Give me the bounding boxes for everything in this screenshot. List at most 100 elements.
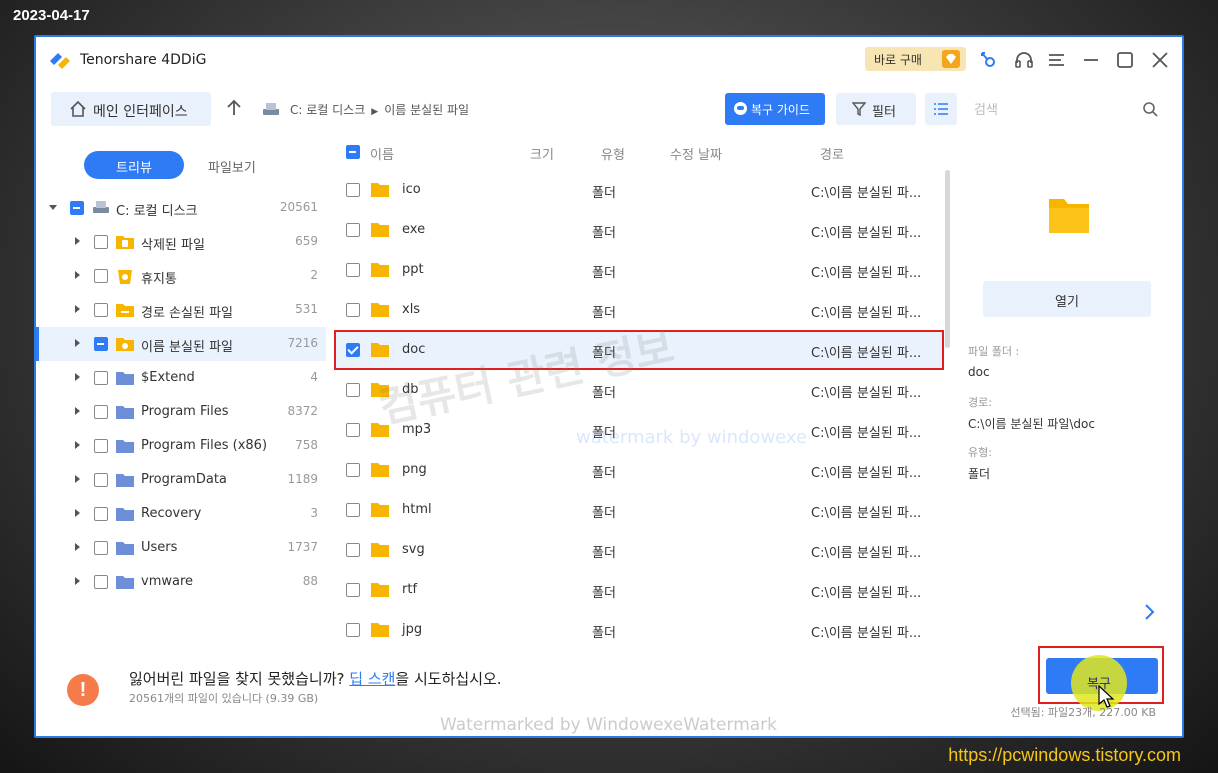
tree-checkbox[interactable] bbox=[94, 337, 108, 351]
file-list-scrollbar[interactable] bbox=[945, 170, 950, 348]
headset-icon[interactable] bbox=[1013, 49, 1035, 71]
tree-item-program-files-x86[interactable]: Program Files (x86) 758 bbox=[36, 429, 326, 463]
menu-icon[interactable] bbox=[1046, 49, 1068, 71]
chevron-right-icon[interactable] bbox=[75, 373, 80, 381]
file-row[interactable]: jpg 폴더 C:\이름 분실된 파... bbox=[334, 610, 944, 650]
row-checkbox[interactable] bbox=[346, 343, 360, 357]
file-row[interactable]: html 폴더 C:\이름 분실된 파... bbox=[334, 490, 944, 530]
row-checkbox[interactable] bbox=[346, 463, 360, 477]
folder-icon bbox=[371, 623, 389, 637]
tree-checkbox[interactable] bbox=[94, 507, 108, 521]
app-logo-icon bbox=[50, 53, 70, 69]
minimize-icon[interactable] bbox=[1080, 49, 1102, 71]
file-row[interactable]: png 폴더 C:\이름 분실된 파... bbox=[334, 450, 944, 490]
chevron-right-icon[interactable] bbox=[75, 237, 80, 245]
file-row[interactable]: rtf 폴더 C:\이름 분실된 파... bbox=[334, 570, 944, 610]
chevron-down-icon[interactable] bbox=[49, 205, 57, 210]
tree-item-recycle-bin[interactable]: 휴지통 2 bbox=[36, 259, 326, 293]
close-icon[interactable] bbox=[1149, 49, 1171, 71]
home-button[interactable]: 메인 인터페이스 bbox=[51, 92, 211, 126]
tree-checkbox[interactable] bbox=[94, 269, 108, 283]
chevron-right-icon[interactable] bbox=[75, 271, 80, 279]
buy-now-button[interactable]: 바로 구매 bbox=[865, 47, 966, 71]
deep-scan-text-before: 잃어버린 파일을 찾지 못했습니까? bbox=[129, 670, 350, 688]
row-checkbox[interactable] bbox=[346, 583, 360, 597]
breadcrumb-item-folder[interactable]: 이름 분실된 파일 bbox=[384, 103, 469, 117]
row-checkbox[interactable] bbox=[346, 303, 360, 317]
row-checkbox[interactable] bbox=[346, 623, 360, 637]
key-icon[interactable] bbox=[977, 49, 999, 71]
chevron-right-icon[interactable] bbox=[75, 339, 80, 347]
tree-item-count: 1737 bbox=[287, 540, 318, 554]
tree-checkbox[interactable] bbox=[94, 235, 108, 249]
tree-checkbox[interactable] bbox=[94, 371, 108, 385]
tree-checkbox[interactable] bbox=[94, 473, 108, 487]
maximize-icon[interactable] bbox=[1114, 49, 1136, 71]
recovery-guide-button[interactable]: 복구 가이드 bbox=[725, 93, 825, 125]
chevron-right-icon[interactable] bbox=[75, 543, 80, 551]
tree-item-deleted[interactable]: 삭제된 파일 659 bbox=[36, 225, 326, 259]
tree-item-vmware[interactable]: vmware 88 bbox=[36, 565, 326, 599]
folder-icon bbox=[371, 503, 389, 517]
chevron-right-icon[interactable] bbox=[75, 577, 80, 585]
column-modified[interactable]: 수정 날짜 bbox=[670, 144, 722, 163]
row-checkbox[interactable] bbox=[346, 503, 360, 517]
row-checkbox[interactable] bbox=[346, 423, 360, 437]
file-type: 폴더 bbox=[592, 226, 616, 241]
tree-checkbox[interactable] bbox=[94, 575, 108, 589]
tree-checkbox[interactable] bbox=[94, 303, 108, 317]
chevron-right-icon[interactable] bbox=[75, 441, 80, 449]
breadcrumb-item-drive[interactable]: C: 로컬 디스크 bbox=[290, 103, 365, 117]
tree-item-root[interactable]: C: 로컬 디스크 20561 bbox=[36, 191, 326, 225]
chevron-right-icon[interactable] bbox=[75, 305, 80, 313]
tree-item-users[interactable]: Users 1737 bbox=[36, 531, 326, 565]
column-size[interactable]: 크기 bbox=[530, 144, 554, 163]
tree-item-recovery[interactable]: Recovery 3 bbox=[36, 497, 326, 531]
row-checkbox[interactable] bbox=[346, 543, 360, 557]
file-path: C:\이름 분실된 파... bbox=[811, 586, 922, 601]
row-checkbox[interactable] bbox=[346, 183, 360, 197]
chevron-right-icon[interactable] bbox=[75, 509, 80, 517]
blog-url: https://pcwindows.tistory.com bbox=[948, 745, 1181, 765]
tree-checkbox[interactable] bbox=[94, 405, 108, 419]
column-path[interactable]: 경로 bbox=[820, 144, 844, 163]
row-checkbox[interactable] bbox=[346, 263, 360, 277]
root-checkbox[interactable] bbox=[70, 201, 84, 215]
tree-checkbox[interactable] bbox=[94, 541, 108, 555]
open-button[interactable]: 열기 bbox=[983, 281, 1151, 317]
chevron-right-icon[interactable] bbox=[1142, 603, 1156, 621]
list-view-button[interactable] bbox=[925, 93, 957, 125]
row-checkbox[interactable] bbox=[346, 223, 360, 237]
file-row[interactable]: ppt 폴더 C:\이름 분실된 파... bbox=[334, 250, 944, 290]
chevron-right-icon[interactable] bbox=[75, 407, 80, 415]
tree-item-label: ProgramData bbox=[141, 472, 227, 487]
column-type[interactable]: 유형 bbox=[601, 144, 625, 163]
filter-button[interactable]: 필터 bbox=[836, 93, 916, 125]
row-checkbox[interactable] bbox=[346, 383, 360, 397]
tab-file-view[interactable]: 파일보기 bbox=[208, 157, 288, 176]
file-row[interactable]: ico 폴더 C:\이름 분실된 파... bbox=[334, 170, 944, 210]
tree-item-lost-name[interactable]: 이름 분실된 파일 7216 bbox=[36, 327, 326, 361]
file-row[interactable]: svg 폴더 C:\이름 분실된 파... bbox=[334, 530, 944, 570]
tree-item-programdata[interactable]: ProgramData 1189 bbox=[36, 463, 326, 497]
chevron-right-icon[interactable] bbox=[75, 475, 80, 483]
file-type: 폴더 bbox=[592, 586, 616, 601]
file-type: 폴더 bbox=[592, 266, 616, 281]
tree-item-extend[interactable]: $Extend 4 bbox=[36, 361, 326, 395]
select-all-checkbox[interactable] bbox=[346, 145, 360, 159]
deep-scan-link[interactable]: 딥 스캔 bbox=[349, 670, 395, 688]
up-arrow-icon[interactable] bbox=[226, 99, 242, 117]
file-name: xls bbox=[402, 302, 421, 317]
tab-tree-view[interactable]: 트리뷰 bbox=[84, 151, 184, 179]
tree-item-lost-path[interactable]: 경로 손실된 파일 531 bbox=[36, 293, 326, 327]
tree-item-count: 8372 bbox=[287, 404, 318, 418]
home-button-label: 메인 인터페이스 bbox=[93, 104, 188, 120]
tree-checkbox[interactable] bbox=[94, 439, 108, 453]
column-name[interactable]: 이름 bbox=[370, 144, 394, 163]
tree-item-program-files[interactable]: Program Files 8372 bbox=[36, 395, 326, 429]
file-name: jpg bbox=[402, 622, 423, 637]
search-icon[interactable] bbox=[1142, 101, 1158, 117]
file-row[interactable]: exe 폴더 C:\이름 분실된 파... bbox=[334, 210, 944, 250]
app-title: Tenorshare 4DDiG bbox=[80, 52, 207, 68]
search-input[interactable] bbox=[974, 99, 1134, 121]
